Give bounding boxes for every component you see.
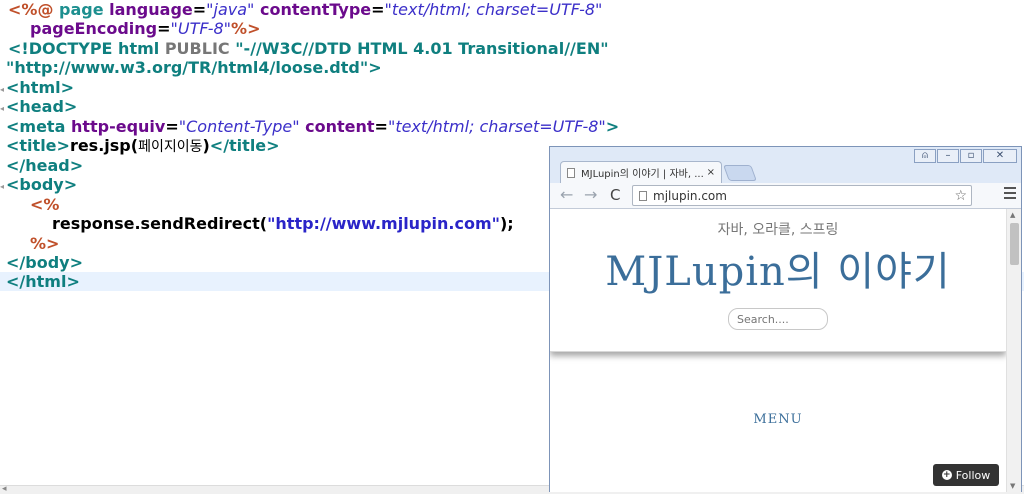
- code-line-12: response.sendRedirect("http://www.mjlupi…: [52, 214, 514, 233]
- equals: =: [374, 117, 388, 136]
- send-redirect-call: response.sendRedirect(: [52, 214, 268, 233]
- doctype-dtd-url: "http://www.w3.org/TR/html4/loose.dtd">: [6, 58, 382, 77]
- browser-window: ⍝ – ▫ ✕ MJLupin의 이야기 | 자바, ... × ← → C m…: [549, 146, 1022, 492]
- forward-arrow-icon[interactable]: →: [584, 187, 597, 203]
- attr-language: language: [103, 0, 193, 19]
- code-line-11: <%: [30, 195, 59, 214]
- attr-contenttype: contentType: [254, 0, 372, 19]
- code-line-10: <body>: [6, 175, 77, 194]
- fold-marker-icon[interactable]: ◂: [0, 104, 5, 113]
- page-favicon-icon: [567, 167, 575, 178]
- title-text: res.jsp(: [69, 136, 139, 155]
- attr-value-content: "text/html; charset=UTF-8": [387, 117, 606, 136]
- tag-meta-open: <meta: [6, 117, 71, 136]
- code-line-7: <meta http-equiv="Content-Type" content=…: [6, 117, 619, 136]
- attr-http-equiv: http-equiv: [70, 117, 166, 136]
- code-line-5: <html>: [6, 78, 74, 97]
- reload-icon[interactable]: C: [610, 187, 620, 203]
- new-tab-button[interactable]: [723, 165, 757, 181]
- fold-marker-icon[interactable]: ◂: [0, 182, 5, 191]
- tag-title-close: </title>: [209, 136, 280, 155]
- directive-page: page: [53, 0, 104, 19]
- menu-toggle[interactable]: MENU: [550, 412, 1006, 427]
- code-line-8: <title>res.jsp(페이지이동)</title>: [6, 136, 280, 155]
- scroll-thumb[interactable]: [1010, 223, 1019, 265]
- code-line-3: <!DOCTYPE html PUBLIC "-//W3C//DTD HTML …: [8, 39, 609, 58]
- equals: =: [165, 117, 179, 136]
- attr-value-contenttype: "text/html; charset=UTF-8": [384, 0, 603, 19]
- code-line-4: "http://www.w3.org/TR/html4/loose.dtd">: [6, 58, 382, 77]
- scroll-left-icon[interactable]: ◂: [2, 484, 7, 494]
- site-header: 자바, 오라클, 스프링 MJLupin의 이야기: [550, 209, 1006, 352]
- attr-value-pageencoding: "UTF-8": [170, 19, 232, 38]
- code-line-13: %>: [30, 234, 59, 253]
- search-input[interactable]: [728, 308, 828, 330]
- code-line-14: </body>: [6, 253, 83, 272]
- tag-meta-close: >: [605, 117, 620, 136]
- redirect-url-string: "http://www.mjlupin.com": [267, 214, 500, 233]
- page-icon: [639, 190, 647, 201]
- tag-title-open: <title>: [6, 136, 70, 155]
- browser-menu-icon[interactable]: [1004, 187, 1016, 202]
- code-line-2: pageEncoding="UTF-8"%>: [30, 19, 260, 38]
- scriptlet-open: <%: [30, 195, 60, 214]
- scriptlet-close: %>: [30, 234, 60, 253]
- bookmark-star-icon[interactable]: ☆: [954, 188, 967, 204]
- doctype-public: PUBLIC: [164, 39, 230, 58]
- code-line-1: <%@ page language="java" contentType="te…: [8, 0, 602, 19]
- jsp-directive-close: %>: [231, 19, 261, 38]
- site-title[interactable]: MJLupin의 이야기: [550, 239, 1006, 297]
- scroll-up-icon[interactable]: ▲: [1010, 211, 1015, 219]
- tab-strip: MJLupin의 이야기 | 자바, ... ×: [550, 159, 1021, 183]
- code-line-15: </html>: [6, 272, 80, 291]
- follow-label: Follow: [955, 468, 991, 482]
- fold-marker-icon[interactable]: ◂: [0, 85, 5, 94]
- attr-pageencoding: pageEncoding: [30, 19, 158, 38]
- send-redirect-end: );: [499, 214, 514, 233]
- tag-body-close: </body>: [6, 253, 83, 272]
- title-text-paren: ): [202, 136, 210, 155]
- equals: =: [192, 0, 207, 19]
- attr-content: content: [299, 117, 375, 136]
- browser-tab-active[interactable]: MJLupin의 이야기 | 자바, ... ×: [560, 161, 722, 183]
- code-line-9: </head>: [6, 156, 83, 175]
- web-page-viewport: 자바, 오라클, 스프링 MJLupin의 이야기 MENU + Follow: [550, 209, 1006, 492]
- equals: =: [371, 0, 385, 19]
- title-text-korean: 페이지이동: [138, 139, 203, 155]
- address-bar[interactable]: mjlupin.com ☆: [632, 185, 972, 206]
- tag-html-open: <html>: [6, 78, 75, 97]
- scroll-down-icon[interactable]: ▼: [1010, 482, 1015, 490]
- attr-value-language: "java": [206, 0, 255, 19]
- tag-head-close: </head>: [6, 156, 84, 175]
- tag-html-close: </html>: [6, 272, 80, 291]
- doctype-dtd: "-//W3C//DTD HTML 4.01 Transitional//EN": [229, 39, 609, 58]
- follow-button[interactable]: + Follow: [933, 464, 999, 486]
- url-text[interactable]: mjlupin.com: [653, 189, 954, 203]
- tag-body-open: <body>: [6, 175, 78, 194]
- code-line-6: <head>: [6, 97, 77, 116]
- attr-value-http-equiv: "Content-Type": [178, 117, 300, 136]
- doctype-decl: <!DOCTYPE html: [8, 39, 165, 58]
- page-vertical-scrollbar[interactable]: ▲ ▼: [1006, 209, 1021, 492]
- back-arrow-icon[interactable]: ←: [560, 187, 573, 203]
- tab-title: MJLupin의 이야기 | 자바, ...: [581, 169, 703, 180]
- tab-close-icon[interactable]: ×: [707, 167, 715, 178]
- equals: =: [157, 19, 171, 38]
- plus-icon: +: [941, 469, 952, 480]
- tag-head-open: <head>: [6, 97, 78, 116]
- site-tagline: 자바, 오라클, 스프링: [717, 222, 839, 238]
- jsp-directive-open: <%@: [8, 0, 54, 19]
- browser-toolbar: ← → C mjlupin.com ☆: [550, 183, 1021, 209]
